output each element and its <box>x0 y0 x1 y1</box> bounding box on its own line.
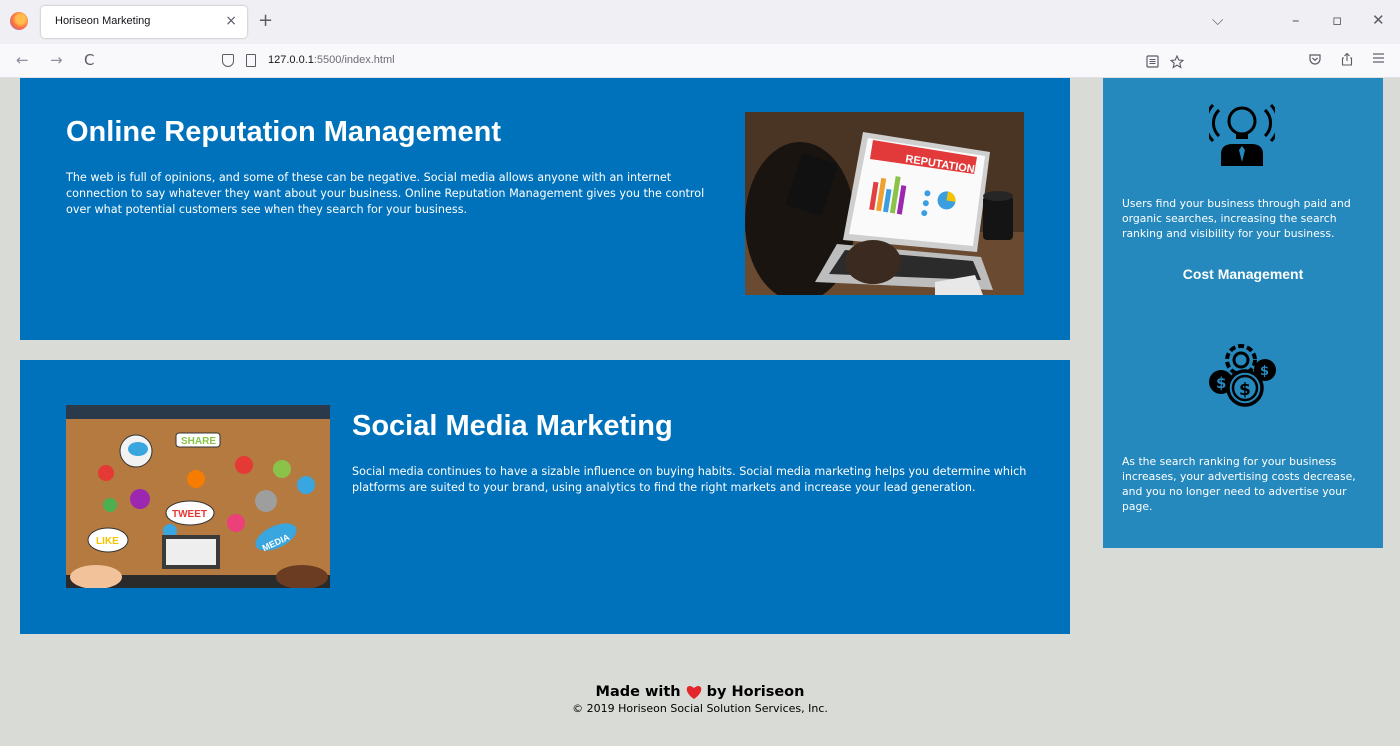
share-icon[interactable] <box>1340 52 1354 66</box>
cost-gears-coins-icon: $ $ $ <box>1209 344 1276 407</box>
new-tab-button[interactable]: + <box>258 10 273 31</box>
like-word-label: LIKE <box>96 536 119 547</box>
forward-button[interactable]: → <box>50 51 63 69</box>
footer-heading: Made with by Horiseon <box>0 684 1400 700</box>
tab-list-dropdown-icon[interactable]: ⌵ <box>1212 11 1223 29</box>
reader-view-icon[interactable] <box>1146 55 1159 68</box>
menu-icon[interactable] <box>1372 52 1385 64</box>
reputation-laptop-illustration: REPUTATION <box>745 112 1024 295</box>
page-info-icon[interactable] <box>246 54 256 67</box>
social-media-illustration: SHARE TWEET LIKE MEDIA <box>66 405 330 588</box>
browser-tab[interactable]: Horiseon Marketing × <box>41 6 247 38</box>
section-text: Social media continues to have a sizable… <box>352 465 1027 494</box>
address-bar[interactable]: 127.0.0.1:5500/index.html <box>212 48 1194 74</box>
url-path: :5500/index.html <box>313 54 395 66</box>
section-title: Social Media Marketing <box>352 410 673 442</box>
tracking-protection-shield-icon[interactable] <box>222 54 234 67</box>
lightbulb-person-icon <box>1209 103 1275 166</box>
close-window-button[interactable]: ✕ <box>1372 11 1385 29</box>
url-host: 127.0.0.1 <box>268 54 314 66</box>
section-text: The web is full of opinions, and some of… <box>66 171 705 216</box>
page-viewport: Online Reputation Management The web is … <box>0 78 1400 746</box>
tweet-word-label: TWEET <box>172 509 207 520</box>
tab-title: Horiseon Marketing <box>55 15 151 27</box>
section-title: Online Reputation Management <box>66 116 502 148</box>
aside-cost-text: As the search ranking for your business … <box>1122 455 1356 513</box>
heart-icon <box>686 686 701 699</box>
section-online-reputation-management: Online Reputation Management The web is … <box>20 78 1070 340</box>
page-footer: Made with by Horiseon © 2019 Horiseon Soc… <box>0 684 1400 715</box>
firefox-logo-icon <box>10 12 28 30</box>
tab-close-icon[interactable]: × <box>225 13 237 29</box>
reputation-laptop-image: REPUTATION <box>745 112 1024 295</box>
footer-copyright: © 2019 Horiseon Social Solution Services… <box>572 702 828 715</box>
restore-button[interactable]: ▫ <box>1332 11 1342 29</box>
svg-text:$: $ <box>1260 364 1269 379</box>
social-media-image: SHARE TWEET LIKE MEDIA <box>66 405 330 588</box>
browser-tab-bar: Horiseon Marketing × + ⌵ – ▫ ✕ <box>0 0 1400 44</box>
share-word-label: SHARE <box>181 436 216 447</box>
minimize-button[interactable]: – <box>1292 11 1300 29</box>
back-button[interactable]: ← <box>16 51 29 69</box>
cost-management-title: Cost Management <box>1182 266 1304 282</box>
url-text[interactable]: 127.0.0.1:5500/index.html <box>268 54 395 66</box>
benefits-aside: Users find your business through paid an… <box>1103 78 1383 548</box>
footer-by-horiseon: by Horiseon <box>706 684 805 700</box>
pocket-icon[interactable] <box>1308 52 1322 66</box>
browser-nav-bar: ← → C 127.0.0.1:5500/index.html <box>0 44 1400 78</box>
svg-text:$: $ <box>1239 380 1251 400</box>
footer-made-with: Made with <box>595 684 681 700</box>
reload-button[interactable]: C <box>84 51 94 69</box>
bookmark-star-icon[interactable] <box>1170 55 1184 69</box>
section-social-media-marketing: SHARE TWEET LIKE MEDIA Social Media Mark… <box>20 360 1070 634</box>
aside-lead-text: Users find your business through paid an… <box>1122 197 1351 240</box>
svg-text:$: $ <box>1216 374 1226 392</box>
